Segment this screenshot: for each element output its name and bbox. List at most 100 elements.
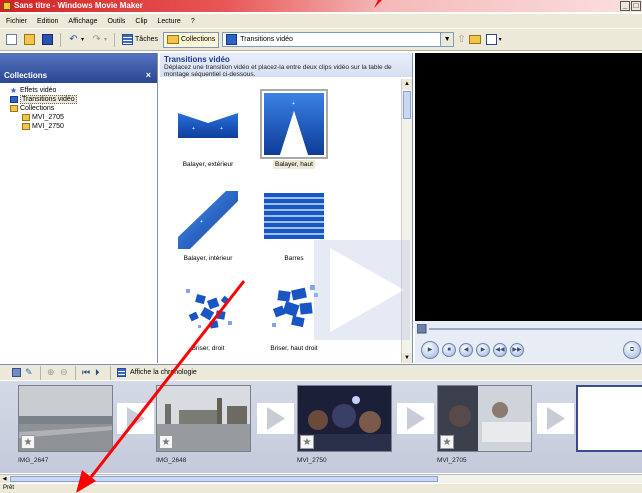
scroll-down-icon[interactable]: ▼ [402, 353, 412, 363]
preview-monitor: ▶ ■ ◀ ▶ ◀◀ ▶▶ ⧉ [415, 53, 642, 363]
new-project-button[interactable] [4, 32, 19, 48]
empty-clip-slot[interactable] [576, 385, 642, 452]
view-options-button[interactable]: ▾ [484, 32, 504, 48]
collections-location-dropdown[interactable]: Transitions vidéo ▼ [222, 32, 455, 47]
save-icon [42, 34, 53, 45]
open-folder-icon [24, 34, 35, 45]
play-button[interactable]: ▶ [421, 341, 439, 359]
transition-slot[interactable] [537, 403, 574, 434]
toolbar-divider [114, 32, 116, 47]
play-storyboard-icon[interactable]: ⏵ [95, 368, 104, 377]
tree-item-collections[interactable]: Collections [0, 104, 157, 113]
transition-icon [226, 34, 238, 45]
transition-thumbnail [178, 277, 238, 339]
rewind-storyboard-icon[interactable]: ⏮ [82, 368, 91, 377]
storyboard: ★ IMG_2647 ★ IMG_2648 ★ MVI_2750 ★ MVI_2… [0, 381, 642, 473]
app-icon [3, 2, 11, 10]
scroll-left-icon[interactable]: ◀ [0, 475, 9, 483]
up-level-icon[interactable]: ⇧ [457, 34, 465, 45]
minimize-button[interactable]: _ [620, 1, 630, 11]
storyboard-clip[interactable]: ★ MVI_2705 [437, 385, 532, 464]
transition-tile-wipe-up[interactable]: + Balayer, haut [260, 89, 328, 169]
collections-pane: Collections × ★ Effets vidéo Transitions… [0, 53, 158, 363]
tree-item-video-effects[interactable]: ★ Effets vidéo [0, 86, 157, 95]
clip-thumbnail: ★ [18, 385, 113, 452]
transition-tile-shatter-right[interactable]: Briser, droit [174, 277, 242, 352]
transition-thumbnail [264, 187, 324, 249]
save-project-button[interactable] [40, 32, 55, 48]
title-bar: Sans titre - Windows Movie Maker _ □ [0, 0, 642, 12]
collections-header: Collections × [0, 53, 157, 83]
tasks-label: Tâches [135, 36, 158, 43]
tree-item-mvi-2705[interactable]: MVI_2705 [0, 113, 157, 122]
chevron-down-icon[interactable]: ▼ [440, 33, 454, 46]
effect-star-icon: ★ [300, 435, 314, 449]
transition-tile-shatter-upper-right[interactable]: Briser, haut droit [260, 277, 328, 352]
seek-bar[interactable] [417, 324, 642, 334]
menu-outils[interactable]: Outils [107, 18, 125, 25]
tasks-button[interactable]: Tâches [120, 32, 160, 48]
storyboard-clip[interactable]: ★ MVI_2750 [297, 385, 392, 464]
stop-button[interactable]: ■ [442, 343, 456, 357]
menu-affichage[interactable]: Affichage [68, 18, 97, 25]
undo-button[interactable]: ↶ ▾ [66, 32, 86, 48]
menu-fichier[interactable]: Fichier [6, 18, 27, 25]
transition-thumbnail: + [260, 89, 328, 159]
transition-slot[interactable] [397, 403, 434, 434]
menu-clip[interactable]: Clip [135, 18, 147, 25]
scrollbar-thumb[interactable] [10, 476, 438, 482]
collections-folder-icon [167, 35, 179, 44]
scroll-up-icon[interactable]: ▲ [402, 79, 412, 89]
transition-thumbnail: + [178, 187, 238, 249]
transition-tile-wipe-out[interactable]: + + Balayer, extérieur [174, 93, 242, 168]
close-icon[interactable]: × [146, 70, 151, 80]
menu-help[interactable]: ? [191, 18, 195, 25]
clip-thumbnail: ★ [297, 385, 392, 452]
transition-tile-bars[interactable]: Barres [260, 187, 328, 262]
menu-lecture[interactable]: Lecture [157, 18, 180, 25]
transitions-scrollbar[interactable]: ▲ ▼ [401, 79, 412, 363]
zoom-out-icon[interactable]: ⊖ [60, 368, 69, 377]
show-timeline-button[interactable]: Affiche la chronologie [130, 369, 197, 376]
svg-text:+: + [292, 101, 295, 107]
rewind-button[interactable]: ◀◀ [493, 343, 507, 357]
transitions-header: Transitions vidéo Déplacez une transitio… [160, 53, 412, 78]
transition-tile-wipe-in[interactable]: + Balayer, intérieur [174, 187, 242, 262]
scrollbar-thumb[interactable] [403, 91, 411, 119]
narrate-icon[interactable] [12, 368, 21, 377]
fast-forward-button[interactable]: ▶▶ [510, 343, 524, 357]
collections-toggle-button[interactable]: Collections [163, 31, 220, 48]
redo-button[interactable]: ↷ ▾ [89, 32, 109, 48]
menu-bar: Fichier Edition Affichage Outils Clip Le… [0, 14, 642, 28]
svg-text:+: + [220, 126, 223, 132]
transitions-title: Transitions vidéo [164, 55, 230, 64]
effect-star-icon: ★ [440, 435, 454, 449]
audio-levels-icon[interactable]: ✎ [25, 368, 34, 377]
transition-icon [10, 96, 18, 103]
new-collection-folder-icon[interactable] [468, 35, 481, 44]
open-project-button[interactable] [22, 32, 37, 48]
view-grid-icon [485, 34, 497, 45]
zoom-in-icon[interactable]: ⊕ [47, 368, 56, 377]
main-toolbar: ↶ ▾ ↷ ▾ Tâches Collections Transitions vid… [0, 29, 642, 51]
transition-slot[interactable] [257, 403, 294, 434]
transition-slot[interactable] [117, 403, 154, 434]
tree-item-video-transitions[interactable]: Transitions vidéo [0, 95, 157, 104]
toolbar-divider [110, 365, 111, 380]
split-clip-button[interactable]: ⧉ [623, 341, 641, 359]
next-frame-button[interactable]: ▶ [476, 343, 490, 357]
previous-frame-button[interactable]: ◀ [459, 343, 473, 357]
maximize-button[interactable]: □ [631, 1, 641, 11]
storyboard-scrollbar[interactable]: ◀ [0, 474, 642, 483]
folder-icon [22, 123, 30, 130]
transition-thumbnail [264, 277, 324, 339]
menu-edition[interactable]: Edition [37, 18, 58, 25]
effect-star-icon: ★ [21, 435, 35, 449]
storyboard-clip[interactable]: ★ IMG_2647 [18, 385, 113, 464]
tree-item-mvi-2750[interactable]: MVI_2750 [0, 122, 157, 131]
star-icon: ★ [10, 86, 18, 95]
location-value: Transitions vidéo [240, 36, 293, 43]
effect-star-icon: ★ [159, 435, 173, 449]
transitions-description: Déplacez une transition vidéo et placez-… [164, 64, 392, 78]
storyboard-clip[interactable]: ★ IMG_2648 [156, 385, 251, 464]
